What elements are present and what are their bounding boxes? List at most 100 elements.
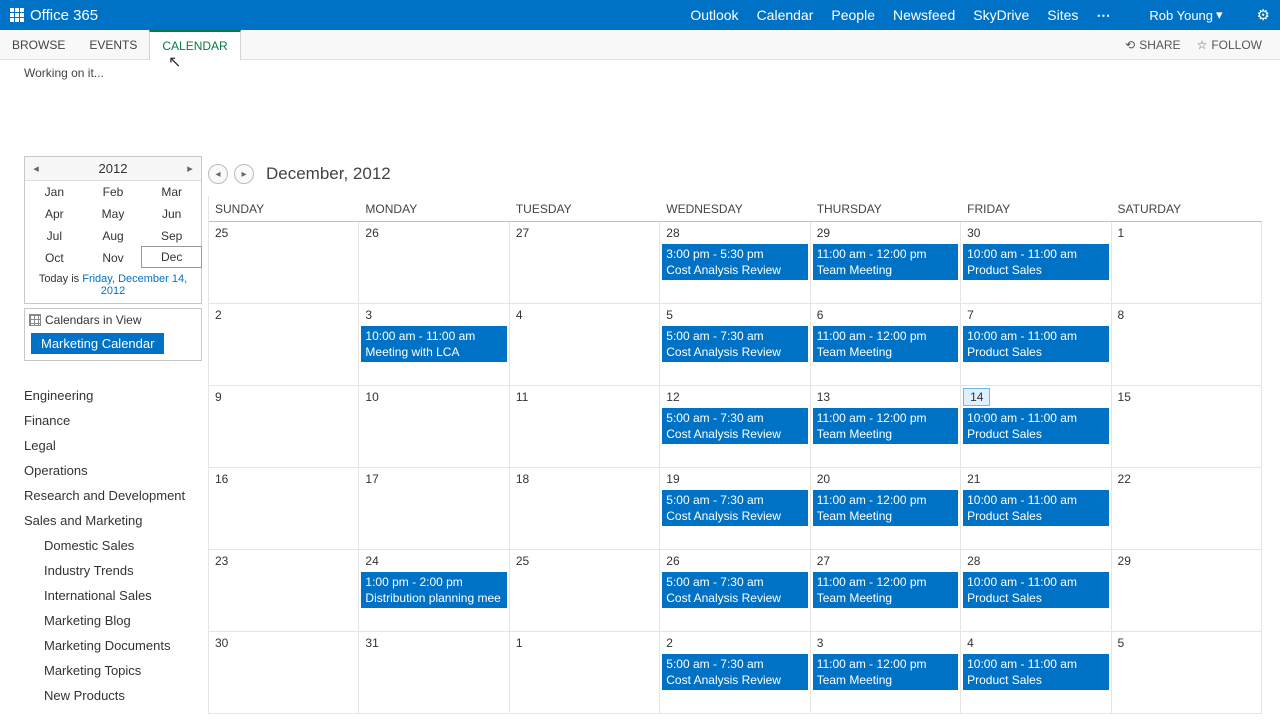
follow-button[interactable]: ☆ FOLLOW [1197, 38, 1262, 52]
day-cell[interactable]: 5 [1112, 632, 1262, 714]
nav-subnode[interactable]: Marketing Blog [44, 608, 208, 633]
day-cell[interactable]: 27 [510, 222, 660, 304]
day-cell[interactable]: 2810:00 am - 11:00 amProduct Sales [961, 550, 1111, 632]
calendar-event[interactable]: 10:00 am - 11:00 amProduct Sales [963, 572, 1108, 608]
tab-calendar[interactable]: CALENDAR [149, 30, 240, 60]
day-cell[interactable]: 1410:00 am - 11:00 amProduct Sales [961, 386, 1111, 468]
day-cell[interactable]: 8 [1112, 304, 1262, 386]
day-cell[interactable]: 241:00 pm - 2:00 pmDistribution planning… [359, 550, 509, 632]
day-cell[interactable]: 23 [209, 550, 359, 632]
year-next-button[interactable]: ▸ [179, 162, 201, 175]
month-cell-apr[interactable]: Apr [25, 203, 84, 225]
nav-people[interactable]: People [831, 7, 875, 23]
nav-subnode[interactable]: New Products [44, 683, 208, 708]
calendar-event[interactable]: 11:00 am - 12:00 pmTeam Meeting [813, 244, 958, 280]
nav-subnode[interactable]: Marketing Topics [44, 658, 208, 683]
month-cell-feb[interactable]: Feb [84, 181, 143, 203]
month-cell-sep[interactable]: Sep [142, 225, 201, 247]
day-cell[interactable]: 1 [510, 632, 660, 714]
year-prev-button[interactable]: ◂ [25, 162, 47, 175]
nav-subnode[interactable]: International Sales [44, 583, 208, 608]
day-cell[interactable]: 17 [359, 468, 509, 550]
day-cell[interactable]: 3010:00 am - 11:00 amProduct Sales [961, 222, 1111, 304]
month-cell-jul[interactable]: Jul [25, 225, 84, 247]
day-cell[interactable]: 26 [359, 222, 509, 304]
app-launcher-icon[interactable] [10, 8, 24, 22]
day-cell[interactable]: 25 [209, 222, 359, 304]
day-cell[interactable]: 1 [1112, 222, 1262, 304]
calendar-event[interactable]: 5:00 am - 7:30 amCost Analysis Review [662, 490, 807, 526]
nav-outlook[interactable]: Outlook [690, 7, 738, 23]
day-cell[interactable]: 31 [359, 632, 509, 714]
settings-gear-icon[interactable]: ⚙ [1257, 6, 1270, 24]
calendar-event[interactable]: 11:00 am - 12:00 pmTeam Meeting [813, 408, 958, 444]
nav-node[interactable]: Legal [24, 433, 208, 458]
calendar-event[interactable]: 5:00 am - 7:30 amCost Analysis Review [662, 572, 807, 608]
day-cell[interactable]: 710:00 am - 11:00 amProduct Sales [961, 304, 1111, 386]
day-cell[interactable]: 30 [209, 632, 359, 714]
month-cell-nov[interactable]: Nov [84, 247, 143, 269]
day-cell[interactable]: 9 [209, 386, 359, 468]
nav-node[interactable]: Sales and Marketing [24, 508, 208, 533]
day-cell[interactable]: 18 [510, 468, 660, 550]
calendar-event[interactable]: 1:00 pm - 2:00 pmDistribution planning m… [361, 572, 506, 608]
tab-browse[interactable]: BROWSE [0, 30, 77, 59]
calendar-event[interactable]: 11:00 am - 12:00 pmTeam Meeting [813, 490, 958, 526]
month-cell-aug[interactable]: Aug [84, 225, 143, 247]
day-cell[interactable]: 22 [1112, 468, 1262, 550]
day-cell[interactable]: 16 [209, 468, 359, 550]
day-cell[interactable]: 25:00 am - 7:30 amCost Analysis Review [660, 632, 810, 714]
day-cell[interactable]: 2110:00 am - 11:00 amProduct Sales [961, 468, 1111, 550]
month-cell-jun[interactable]: Jun [142, 203, 201, 225]
day-cell[interactable]: 55:00 am - 7:30 amCost Analysis Review [660, 304, 810, 386]
day-cell[interactable]: 25 [510, 550, 660, 632]
day-cell[interactable]: 310:00 am - 11:00 amMeeting with LCA [359, 304, 509, 386]
calendar-event[interactable]: 11:00 am - 12:00 pmTeam Meeting [813, 326, 958, 362]
day-cell[interactable]: 611:00 am - 12:00 pmTeam Meeting [811, 304, 961, 386]
nav-more-icon[interactable]: ⋯ [1096, 7, 1111, 24]
share-button[interactable]: ⟲ SHARE [1125, 38, 1180, 52]
day-cell[interactable]: 2011:00 am - 12:00 pmTeam Meeting [811, 468, 961, 550]
day-cell[interactable]: 125:00 am - 7:30 amCost Analysis Review [660, 386, 810, 468]
calendar-event[interactable]: 5:00 am - 7:30 amCost Analysis Review [662, 654, 807, 690]
month-cell-dec[interactable]: Dec [141, 246, 202, 268]
calendar-event[interactable]: 10:00 am - 11:00 amProduct Sales [963, 654, 1108, 690]
calendar-event[interactable]: 5:00 am - 7:30 amCost Analysis Review [662, 408, 807, 444]
day-cell[interactable]: 311:00 am - 12:00 pmTeam Meeting [811, 632, 961, 714]
nav-node[interactable]: Research and Development [24, 483, 208, 508]
day-cell[interactable]: 29 [1112, 550, 1262, 632]
nav-node[interactable]: Operations [24, 458, 208, 483]
calendar-event[interactable]: 3:00 pm - 5:30 pmCost Analysis Review [662, 244, 807, 280]
month-cell-jan[interactable]: Jan [25, 181, 84, 203]
nav-node[interactable]: Finance [24, 408, 208, 433]
day-cell[interactable]: 410:00 am - 11:00 amProduct Sales [961, 632, 1111, 714]
day-cell[interactable]: 283:00 pm - 5:30 pmCost Analysis Review [660, 222, 810, 304]
today-link[interactable]: Friday, December 14, 2012 [82, 273, 187, 297]
calendar-event[interactable]: 11:00 am - 12:00 pmTeam Meeting [813, 572, 958, 608]
calendar-event[interactable]: 10:00 am - 11:00 amMeeting with LCA [361, 326, 506, 362]
calendar-event[interactable]: 10:00 am - 11:00 amProduct Sales [963, 408, 1108, 444]
user-menu[interactable]: Rob Young ▾ [1149, 7, 1222, 23]
day-cell[interactable]: 265:00 am - 7:30 amCost Analysis Review [660, 550, 810, 632]
day-cell[interactable]: 2911:00 am - 12:00 pmTeam Meeting [811, 222, 961, 304]
month-cell-may[interactable]: May [84, 203, 143, 225]
month-cell-mar[interactable]: Mar [142, 181, 201, 203]
nav-subnode[interactable]: Domestic Sales [44, 533, 208, 558]
day-cell[interactable]: 11 [510, 386, 660, 468]
day-cell[interactable]: 1311:00 am - 12:00 pmTeam Meeting [811, 386, 961, 468]
day-cell[interactable]: 2711:00 am - 12:00 pmTeam Meeting [811, 550, 961, 632]
calendar-event[interactable]: 10:00 am - 11:00 amProduct Sales [963, 326, 1108, 362]
calendar-event[interactable]: 5:00 am - 7:30 amCost Analysis Review [662, 326, 807, 362]
calendar-event[interactable]: 11:00 am - 12:00 pmTeam Meeting [813, 654, 958, 690]
day-cell[interactable]: 10 [359, 386, 509, 468]
nav-calendar[interactable]: Calendar [757, 7, 814, 23]
nav-newsfeed[interactable]: Newsfeed [893, 7, 955, 23]
month-prev-button[interactable]: ◂ [208, 164, 228, 184]
nav-subnode[interactable]: Industry Trends [44, 558, 208, 583]
nav-skydrive[interactable]: SkyDrive [973, 7, 1029, 23]
day-cell[interactable]: 195:00 am - 7:30 amCost Analysis Review [660, 468, 810, 550]
month-cell-oct[interactable]: Oct [25, 247, 84, 269]
calendar-event[interactable]: 10:00 am - 11:00 amProduct Sales [963, 244, 1108, 280]
nav-sites[interactable]: Sites [1047, 7, 1078, 23]
tab-events[interactable]: EVENTS [77, 30, 149, 59]
